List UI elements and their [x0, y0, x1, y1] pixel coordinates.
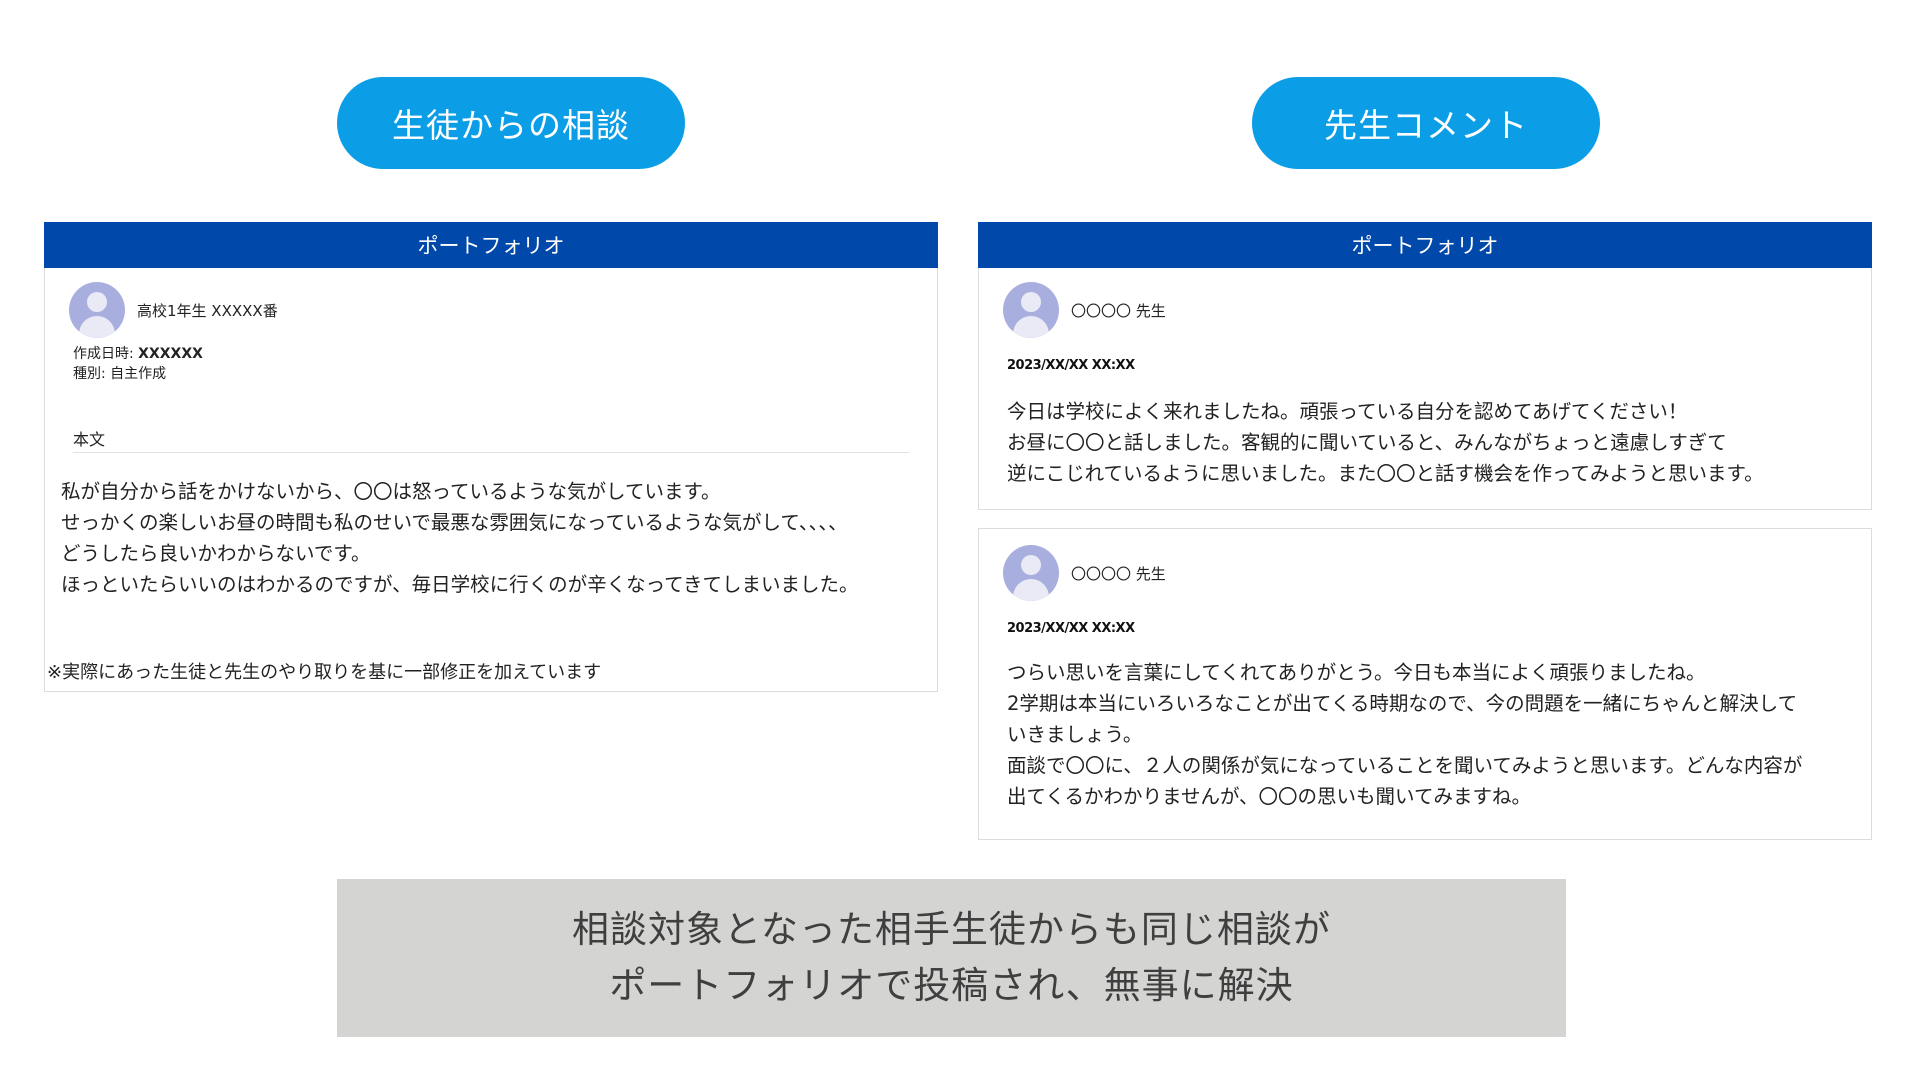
student-portfolio-panel: ポートフォリオ 高校1年生 XXXXX番 作成日時: XXXXXX 種別: 自主… — [44, 222, 938, 692]
teacher-portfolio-panel: ポートフォリオ 〇〇〇〇 先生 2023/XX/XX XX:XX 今日は学校によ… — [978, 222, 1872, 840]
teacher-comment-body: 今日は学校によく来れましたね。頑張っている自分を認めてあげてください！ お昼に〇… — [1007, 396, 1764, 489]
teacher-comment-body: つらい思いを言葉にしてくれてありがとう。今日も本当によく頑張りましたね。 2学期… — [1007, 657, 1802, 812]
comment-line: 逆にこじれているように思いました。また〇〇と話す機会を作ってみようと思います。 — [1007, 462, 1764, 485]
teacher-comment-label: 先生コメント — [1252, 77, 1600, 169]
summary-line: ポートフォリオで投稿され、無事に解決 — [609, 964, 1294, 1007]
student-consultation-label: 生徒からの相談 — [337, 77, 685, 169]
comment-date: 2023/XX/XX XX:XX — [1007, 358, 1135, 373]
body-line: ほっといたらいいのはわかるのですが、毎日学校に行くのが辛くなってきてしまいました… — [61, 573, 859, 596]
teacher-comment-card: 〇〇〇〇 先生 2023/XX/XX XX:XX つらい思いを言葉にしてくれてあ… — [978, 528, 1872, 840]
comment-line: 今日は学校によく来れましたね。頑張っている自分を認めてあげてください！ — [1007, 400, 1688, 423]
disclaimer-note: ※実際にあった生徒と先生のやり取りを基に一部修正を加えています — [47, 662, 602, 683]
body-line: どうしたら良いかわからないです。 — [61, 542, 371, 565]
body-line: せっかくの楽しいお昼の時間も私のせいで最悪な雰囲気になっているような気がして、、… — [61, 511, 848, 534]
comment-line: 2学期は本当にいろいろなことが出てくる時期なので、今の問題を一緒にちゃんと解決し… — [1007, 692, 1798, 715]
teacher-avatar-icon — [1003, 282, 1059, 338]
body-section-label: 本文 — [73, 430, 106, 449]
comment-line: お昼に〇〇と話しました。客観的に聞いていると、みんながちょっと遠慮しすぎて — [1007, 431, 1727, 454]
student-post-card: 高校1年生 XXXXX番 作成日時: XXXXXX 種別: 自主作成 本文 私が… — [44, 268, 938, 692]
comment-line: つらい思いを言葉にしてくれてありがとう。今日も本当によく頑張りましたね。 — [1007, 661, 1706, 684]
user-avatar-icon — [69, 282, 125, 338]
teacher-name: 〇〇〇〇 先生 — [1071, 302, 1166, 320]
teacher-name: 〇〇〇〇 先生 — [1071, 565, 1166, 583]
student-post-body: 私が自分から話をかけないから、〇〇は怒っているような気がしています。 せっかくの… — [61, 476, 859, 600]
created-at: 作成日時: XXXXXX — [73, 346, 203, 362]
body-line: 私が自分から話をかけないから、〇〇は怒っているような気がしています。 — [61, 480, 721, 503]
comment-line: いきましょう。 — [1007, 723, 1143, 746]
teacher-avatar-icon — [1003, 545, 1059, 601]
comment-line: 出てくるかわかりませんが、〇〇の思いも聞いてみますね。 — [1007, 785, 1531, 808]
portfolio-header: ポートフォリオ — [44, 222, 938, 268]
summary-line: 相談対象となった相手生徒からも同じ相談が — [572, 908, 1331, 951]
portfolio-header: ポートフォリオ — [978, 222, 1872, 268]
post-type: 種別: 自主作成 — [73, 366, 167, 382]
student-name: 高校1年生 XXXXX番 — [137, 302, 278, 320]
comment-line: 面談で〇〇に、２人の関係が気になっていることを聞いてみようと思います。どんな内容… — [1007, 754, 1803, 777]
teacher-comment-card: 〇〇〇〇 先生 2023/XX/XX XX:XX 今日は学校によく来れましたね。… — [978, 268, 1872, 510]
comment-date: 2023/XX/XX XX:XX — [1007, 621, 1135, 636]
section-divider — [73, 452, 909, 453]
resolution-summary: 相談対象となった相手生徒からも同じ相談が ポートフォリオで投稿され、無事に解決 — [337, 879, 1566, 1037]
